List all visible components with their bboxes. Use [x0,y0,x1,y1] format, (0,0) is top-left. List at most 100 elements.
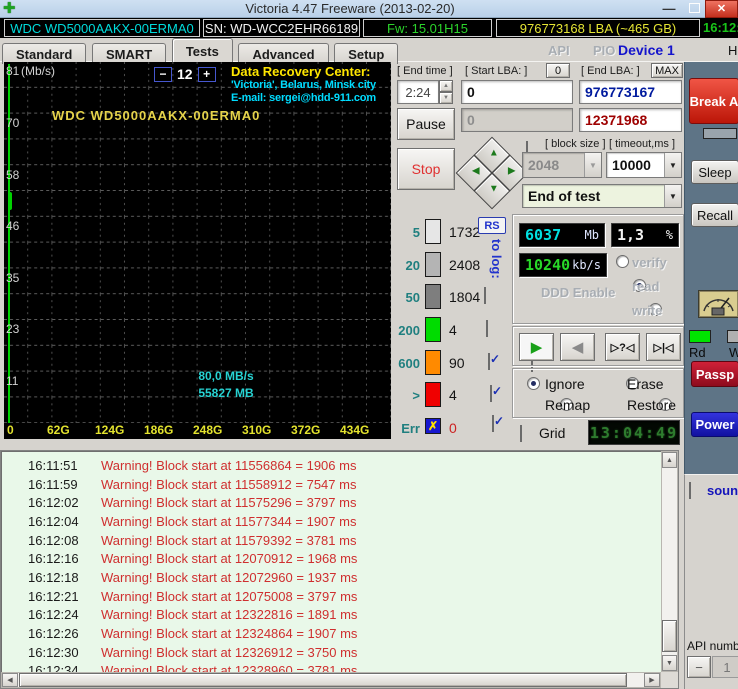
percent-unit: % [665,228,673,242]
histogram-count: 4 [449,322,457,338]
histogram-count: 4 [449,387,457,403]
graph-zoom-control: − 12 + [154,66,216,82]
tab-tests[interactable]: Tests [171,38,233,63]
end-time-value: 2:24 [397,80,439,104]
scroll-right-icon[interactable]: ▶ [644,673,660,687]
action-sidebar: Break A Sleep Recall Rd W Passp Power [684,62,738,474]
seek-test-button[interactable]: ▷?◁ [605,333,640,361]
y-tick: 23 [6,322,20,336]
window-title: Victoria 4.47 Freeware (2013-02-20) [245,1,455,16]
restore-label: Restore [627,397,677,413]
zoom-in-button[interactable]: + [197,66,216,82]
x-tick: 186G [144,423,174,437]
chevron-down-icon: ▼ [584,153,601,177]
start-lba-zero-button[interactable]: 0 [546,63,570,78]
banner-line2: 'Victoria', Belarus, Minsk city [231,78,376,91]
zoom-value: 12 [177,66,193,82]
step-back-button[interactable]: ◀ [560,333,595,361]
tab-setup[interactable]: Setup [334,43,399,64]
elapsed-time-lcd: 13:04:49 [588,420,680,445]
break-all-button[interactable]: Break A [689,78,738,124]
left-arrow-icon: ◀ [471,165,480,177]
power-button[interactable]: Power [691,412,738,437]
banner-line3: E-mail: sergei@hdd-911.com [231,92,376,104]
write-label: write [632,303,663,318]
right-arrow-icon: ▶ [507,165,516,177]
sound-checkbox[interactable] [689,482,691,499]
analog-meter-icon [698,290,738,318]
log-entry: 16:12:18 Warning! Block start at 12072960… [28,569,358,585]
log-entry: 16:12:04 Warning! Block start at 11577344… [28,513,357,529]
scrollbar-thumb[interactable] [662,620,677,652]
end-time-spinner[interactable]: 2:24 ▲ ▼ [397,80,455,104]
log-vertical-scrollbar[interactable]: ▲ ▼ [661,451,678,672]
histogram-swatch [425,219,441,244]
block-size-select[interactable]: 2048 ▼ [522,152,602,178]
scrollbar-thumb[interactable] [19,673,627,687]
error-icon: ✗ [425,418,441,434]
defect-action-group: Ignore Erase Remap Restore [512,368,684,418]
end-action-select[interactable]: End of test ▼ [522,184,682,208]
passport-button[interactable]: Passp [691,361,738,387]
histogram-label: 600 [398,356,420,371]
close-button[interactable]: ✕ [705,0,738,18]
scroll-down-icon[interactable]: ▼ [662,655,677,671]
start-test-button[interactable]: ▶ [519,333,554,361]
to-log-checkbox-err[interactable] [492,415,494,432]
read-led-label: Rd [689,345,706,360]
end-time-down-button[interactable]: ▼ [439,92,453,104]
recall-button[interactable]: Recall [691,203,738,227]
end-lba-input[interactable]: 976773167 [579,80,682,104]
histogram-label: > [412,388,420,403]
y-tick: 58 [6,168,20,182]
verify-radio[interactable] [616,255,629,268]
histogram-count: 1804 [449,289,481,305]
stop-button[interactable]: Stop [397,148,455,190]
y-tick: 35 [6,271,20,285]
chevron-down-icon: ▼ [664,153,681,177]
tab-smart[interactable]: SMART [91,43,167,64]
to-log-checkbox-50[interactable] [484,287,486,304]
tab-advanced[interactable]: Advanced [238,43,329,64]
maximize-button[interactable] [689,3,700,13]
to-log-checkbox-200[interactable] [486,320,488,337]
grid-clock-row: Grid 13:04:49 [512,420,684,447]
chevron-down-icon: ▼ [664,185,681,207]
title-bar[interactable]: ✚ Victoria 4.47 Freeware (2013-02-20) — … [0,0,738,18]
grid-label: Grid [539,425,566,441]
sleep-button[interactable]: Sleep [691,160,738,184]
speed-graph: 81 (Mb/s) 70 58 46 35 23 11 0 62G 124G 1… [4,62,391,439]
histogram-count: 1732 [449,224,481,240]
end-time-up-button[interactable]: ▲ [439,80,453,92]
log-horizontal-scrollbar[interactable]: ◀ ▶ [1,672,661,688]
timeout-label: [ timeout,ms ] [609,138,676,150]
timeout-select[interactable]: 10000 ▼ [606,152,682,178]
ignore-radio[interactable] [527,377,540,390]
api-number-minus-button[interactable]: − [687,656,711,678]
histogram-count: 2408 [449,257,481,273]
grid-checkbox[interactable] [520,425,522,442]
drive-serial: SN: WD-WCC2EHR66189 [203,19,360,37]
percent-lcd: 1,3 % [611,223,679,247]
histogram-swatch [425,252,441,277]
mb-done-lcd: 6037 Mb [519,223,605,247]
to-log-checkbox-gt[interactable] [490,385,492,402]
y-tick: 70 [6,116,20,130]
tab-standard[interactable]: Standard [2,43,87,64]
minimize-button[interactable]: — [662,1,676,16]
histogram-count: 90 [449,355,465,371]
scroll-up-icon[interactable]: ▲ [662,452,677,468]
log-entry: 16:11:59 Warning! Block start at 11558912… [28,476,357,492]
scroll-left-icon[interactable]: ◀ [2,673,18,687]
bottom-right-panel: soun API numbe − 1 [684,474,738,689]
block-size-label: [ block size ] [545,138,606,150]
ddd-enable-label: DDD Enable [541,285,616,300]
start-lba-input[interactable]: 0 [461,80,573,104]
max-lba-button[interactable]: MAX [651,63,683,78]
zoom-out-button[interactable]: − [154,66,172,82]
pause-button[interactable]: Pause [397,108,455,140]
to-log-checkbox-600[interactable] [488,353,490,370]
rs-button[interactable]: RS [478,217,506,234]
api-label: API [548,43,570,58]
jump-end-button[interactable]: ▷|◁ [646,333,681,361]
